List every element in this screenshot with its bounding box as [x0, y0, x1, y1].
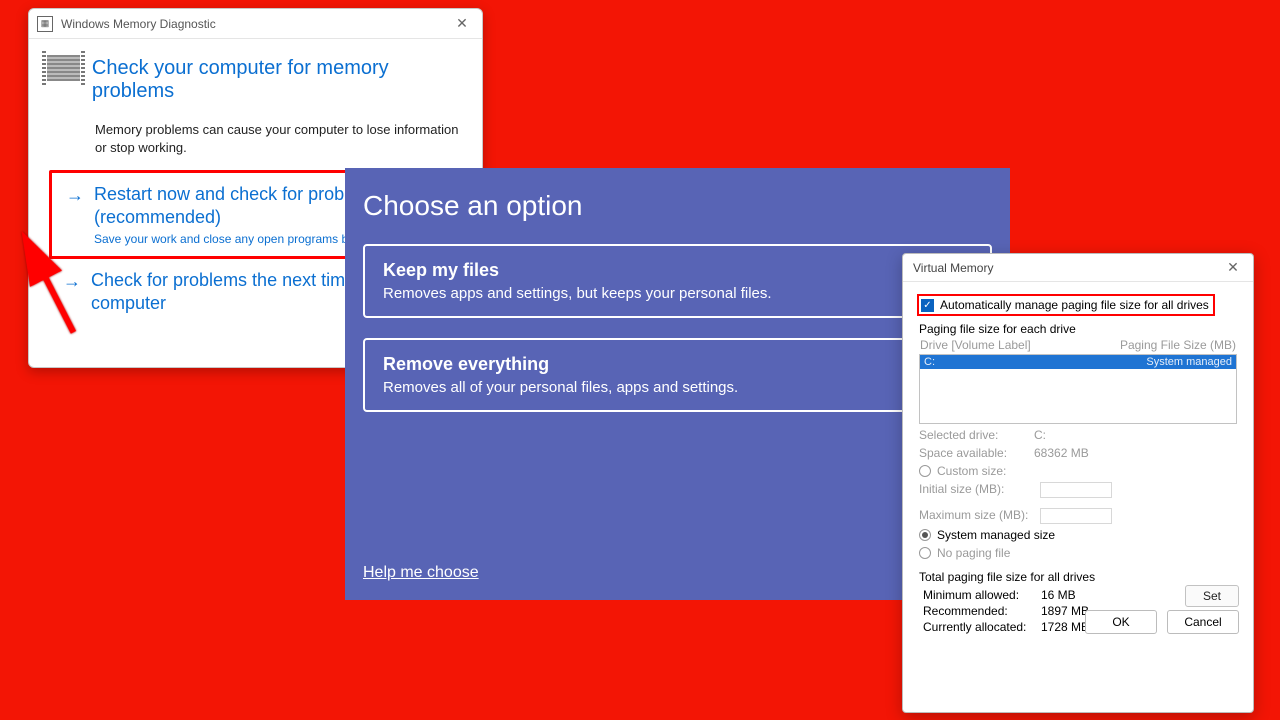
- recovery-heading: Choose an option: [363, 190, 1010, 222]
- drive-list-header: Drive [Volume Label]Paging File Size (MB…: [920, 338, 1236, 352]
- vm-titlebar[interactable]: Virtual Memory ✕: [903, 254, 1253, 282]
- cancel-button[interactable]: Cancel: [1167, 610, 1239, 634]
- selected-drive: Selected drive:C:: [919, 428, 1237, 442]
- initial-size-input: [1040, 482, 1112, 498]
- set-button: Set: [1185, 585, 1239, 607]
- arrow-right-icon: →: [66, 185, 84, 206]
- auto-manage-label: Automatically manage paging file size fo…: [940, 298, 1209, 312]
- memory-chip-icon: [47, 55, 80, 81]
- keep-files-title: Keep my files: [383, 260, 972, 281]
- remove-title: Remove everything: [383, 354, 972, 375]
- radio-custom-size: Custom size:: [919, 464, 1237, 478]
- close-icon[interactable]: ✕: [448, 13, 476, 35]
- option-remove-everything[interactable]: Remove everything Removes all of your pe…: [363, 338, 992, 412]
- mdiag-description: Memory problems can cause your computer …: [95, 121, 464, 156]
- section-heading: Paging file size for each drive: [919, 322, 1239, 336]
- total-heading: Total paging file size for all drives: [919, 570, 1237, 584]
- auto-manage-checkbox[interactable]: ✓ Automatically manage paging file size …: [917, 294, 1215, 316]
- close-icon[interactable]: ✕: [1219, 257, 1247, 279]
- checkmark-icon: ✓: [921, 299, 934, 312]
- remove-desc: Removes all of your personal files, apps…: [383, 379, 972, 396]
- app-icon: ▦: [37, 16, 53, 32]
- mdiag-heading: Check your computer for memory problems: [92, 57, 464, 103]
- drive-row-c[interactable]: C:System managed: [920, 355, 1236, 369]
- radio-no-paging: No paging file: [919, 546, 1237, 560]
- keep-files-desc: Removes apps and settings, but keeps you…: [383, 285, 972, 302]
- mdiag-titlebar[interactable]: ▦ Windows Memory Diagnostic ✕: [29, 9, 482, 39]
- initial-size: Initial size (MB):: [919, 482, 1237, 498]
- option-keep-files[interactable]: Keep my files Removes apps and settings,…: [363, 244, 992, 318]
- drive-list[interactable]: C:System managed: [919, 354, 1237, 424]
- vm-title-text: Virtual Memory: [913, 261, 993, 275]
- radio-system-managed: System managed size: [919, 528, 1237, 542]
- maximum-size: Maximum size (MB):: [919, 508, 1237, 524]
- space-available: Space available:68362 MB: [919, 446, 1237, 460]
- ok-button[interactable]: OK: [1085, 610, 1157, 634]
- help-me-choose-link[interactable]: Help me choose: [363, 564, 479, 582]
- virtual-memory-dialog: Virtual Memory ✕ ✓ Automatically manage …: [902, 253, 1254, 713]
- mdiag-title-text: Windows Memory Diagnostic: [61, 17, 216, 31]
- maximum-size-input: [1040, 508, 1112, 524]
